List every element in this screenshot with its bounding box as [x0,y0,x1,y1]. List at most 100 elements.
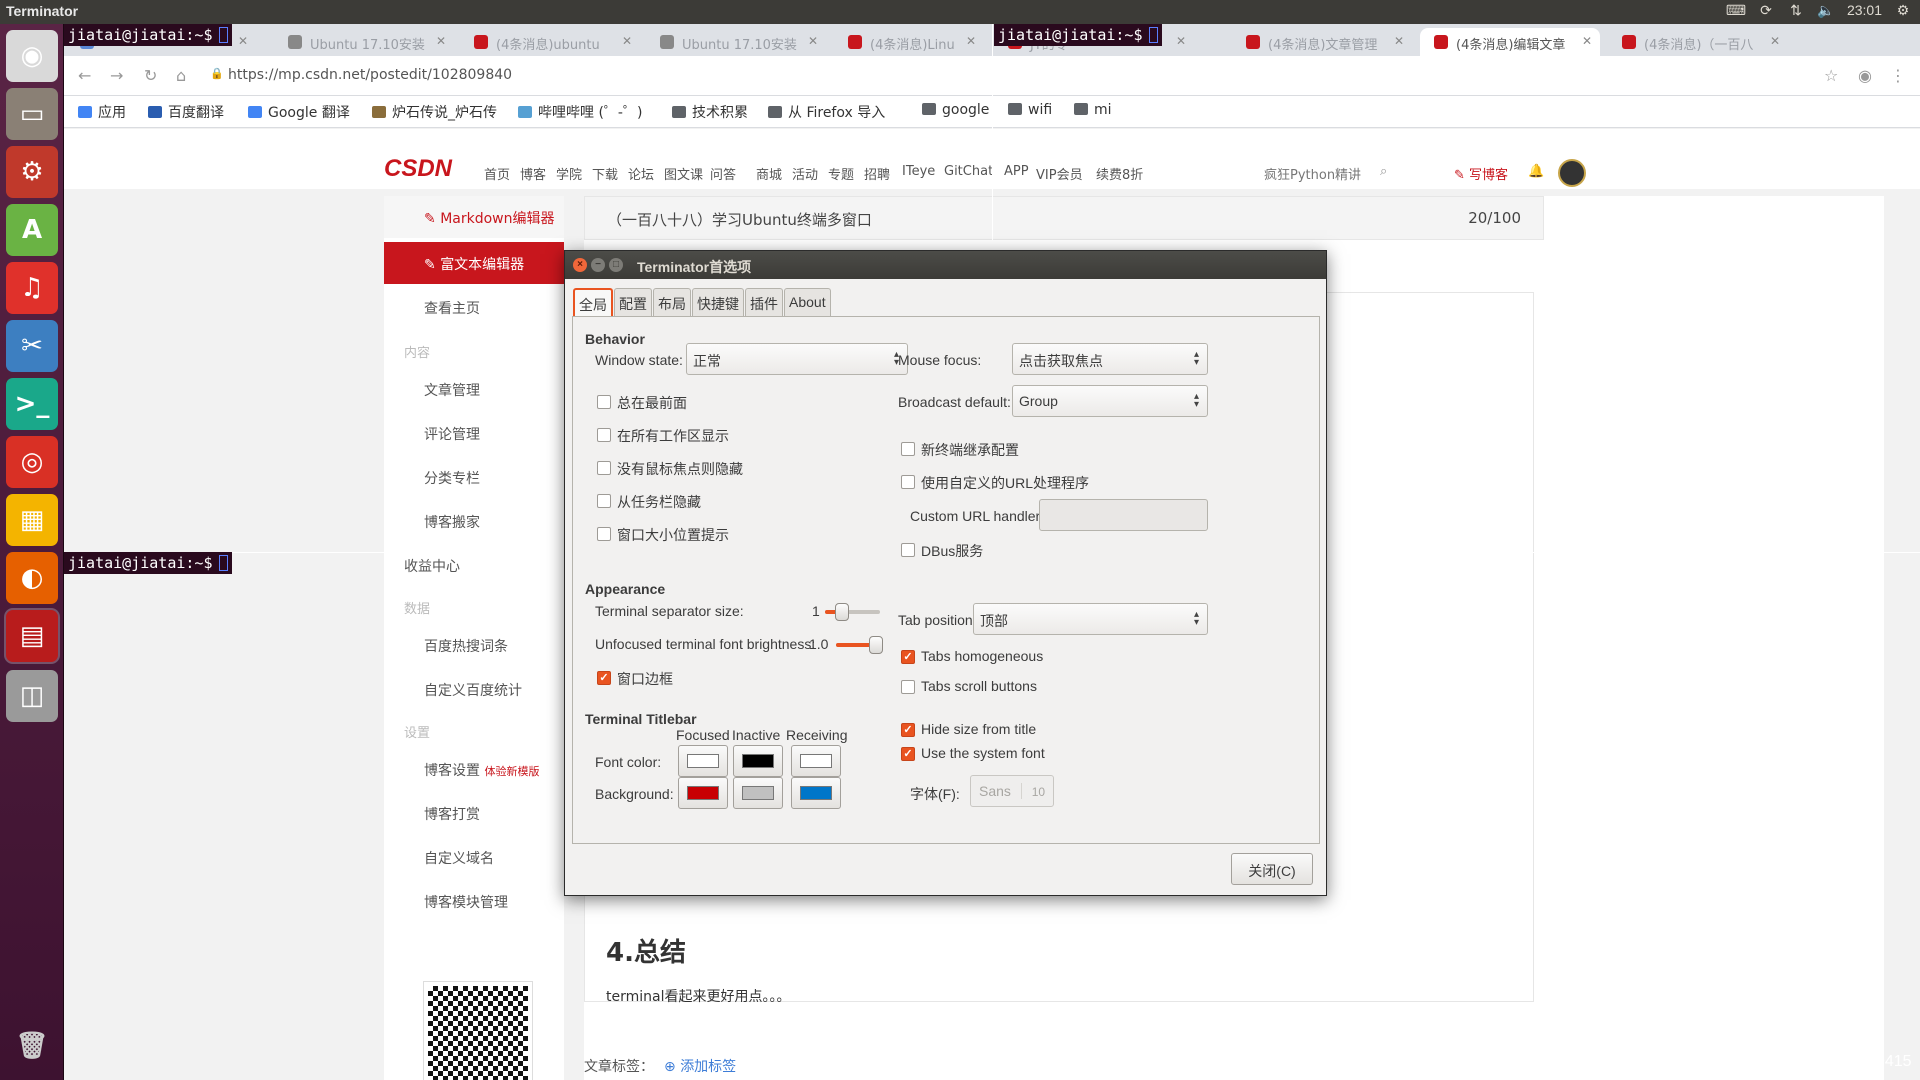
tab-close-icon[interactable]: ✕ [1394,34,1404,48]
bookmark-item[interactable]: 应用 [78,102,126,122]
keyboard-icon[interactable]: ⌨ [1726,2,1746,18]
csdn-nav-item[interactable]: 招聘 [864,164,890,183]
search-icon[interactable]: ⌕ [1380,164,1387,179]
menu-blog-settings[interactable]: 博客设置 体验新模版 [384,748,564,790]
menu-reward[interactable]: 博客打赏 [384,792,564,834]
bookmark-star-icon[interactable]: ☆ [1824,66,1838,85]
csdn-nav-item[interactable]: 下载 [592,164,618,183]
menu-domain[interactable]: 自定义域名 [384,836,564,878]
separator-slider-knob[interactable] [834,603,849,621]
bookmark-item[interactable]: 从 Firefox 导入 [768,102,885,122]
custom-url-checkbox[interactable] [901,475,915,489]
forward-icon[interactable]: → [110,66,123,85]
browser-tab[interactable]: Ubuntu 17.10安装 ✕ [274,28,454,56]
bg-focused-button[interactable] [678,777,728,809]
csdn-nav-item[interactable]: 首页 [484,164,510,183]
launcher-chrome-icon[interactable]: ◎ [6,436,58,488]
csdn-nav-item[interactable]: GitChat [944,164,993,179]
system-font-checkbox[interactable]: ✓ [901,747,915,761]
menu-home[interactable]: 查看主页 [384,286,564,328]
power-settings-icon[interactable]: ⚙ [1894,2,1912,18]
article-title-field[interactable]: （一百八十八）学习Ubuntu终端多窗口 20/100 [584,196,1544,240]
browser-tab[interactable]: (4条消息)编辑文章 ✕ [1420,28,1600,56]
tab-close-icon[interactable]: ✕ [622,34,632,48]
separator-size-slider[interactable] [825,603,880,621]
menu-markdown-editor[interactable]: ✎ Markdown编辑器 [384,196,564,238]
menu-income[interactable]: 收益中心 [384,544,564,586]
bell-icon[interactable]: 🔔 [1528,164,1544,179]
bookmark-item[interactable]: 哔哩哔哩 (゜-゜) [518,102,642,122]
menu-richtext-editor[interactable]: ✎ 富文本编辑器 [384,242,564,284]
url-field[interactable]: 🔒 https://mp.csdn.net/postedit/102809840 [206,62,1846,90]
bg-inactive-button[interactable] [733,777,783,809]
csdn-nav-item[interactable]: 博客 [520,164,546,183]
tab-close-icon[interactable]: ✕ [238,34,248,48]
tab-position-combo[interactable]: 顶部 ▴ ▾ [973,603,1208,635]
minimize-window-icon[interactable]: − [591,258,605,272]
menu-baidu-stats[interactable]: 自定义百度统计 [384,668,564,710]
sync-icon[interactable]: ⟳ [1757,2,1775,18]
close-button[interactable]: 关闭(C) [1231,853,1313,885]
bookmark-item[interactable]: 技术积累 [672,102,748,122]
tab-close-icon[interactable]: ✕ [808,34,818,48]
tab-close-icon[interactable]: ✕ [1770,34,1780,48]
csdn-nav-item[interactable]: VIP会员 [1036,164,1083,183]
home-icon[interactable]: ⌂ [176,66,186,85]
launcher-terminator-icon[interactable]: ▤ [6,610,58,662]
browser-tab[interactable]: Ubuntu 17.10安装 ✕ [646,28,826,56]
pref-tab[interactable]: About [784,288,831,316]
account-icon[interactable]: ◉ [1858,66,1872,85]
clock[interactable]: 23:01 [1847,2,1882,18]
broadcast-default-combo[interactable]: Group ▴ ▾ [1012,385,1208,417]
mouse-focus-combo[interactable]: 点击获取焦点 ▴ ▾ [1012,343,1208,375]
hide-size-checkbox[interactable]: ✓ [901,723,915,737]
csdn-nav-item[interactable]: 活动 [792,164,818,183]
bookmark-item[interactable]: 炉石传说_炉石传 [372,102,497,122]
bg-receiving-button[interactable] [791,777,841,809]
reload-icon[interactable]: ↻ [144,66,157,85]
launcher-deepin-screenshot-icon[interactable]: ✂ [6,320,58,372]
tab-close-icon[interactable]: ✕ [436,34,446,48]
launcher-disk-drive-icon[interactable]: ◫ [6,670,58,722]
brightness-slider-knob[interactable] [869,636,883,654]
csdn-nav-item[interactable]: 论坛 [628,164,654,183]
font-color-receiving-button[interactable] [791,745,841,777]
bookmark-item[interactable]: mi [1074,102,1112,118]
launcher-ubuntu-dash-icon[interactable]: ◉ [6,30,58,82]
terminal-prompt-3[interactable]: jiatai@jiatai:~$ [64,552,232,574]
url-handler-field[interactable] [1039,499,1208,531]
csdn-nav-item[interactable]: 商城 [756,164,782,183]
tabs-homogeneous-checkbox[interactable]: ✓ [901,650,915,664]
behavior-checkbox[interactable] [597,494,611,508]
csdn-nav-item[interactable]: 问答 [710,164,736,183]
behavior-checkbox[interactable] [597,461,611,475]
terminal-prompt-1[interactable]: jiatai@jiatai:~$ [64,24,232,46]
behavior-checkbox[interactable] [597,395,611,409]
menu-categories[interactable]: 分类专栏 [384,456,564,498]
search-hint[interactable]: 疯狂Python精讲 [1264,164,1361,183]
csdn-nav-item[interactable]: APP [1004,164,1029,179]
font-chooser-button[interactable]: Sans 10 [970,775,1055,807]
behavior-checkbox[interactable] [597,527,611,541]
pref-tab[interactable]: 布局 [653,288,691,316]
launcher-colorful-app-icon[interactable]: ▦ [6,494,58,546]
tab-close-icon[interactable]: ✕ [1582,34,1592,48]
pref-tab[interactable]: 配置 [614,288,652,316]
menu-articles[interactable]: 文章管理 [384,368,564,410]
launcher-trash-icon[interactable]: 🗑 [6,1020,58,1072]
launcher-files-icon[interactable]: ▭ [6,88,58,140]
bookmark-item[interactable]: google [922,102,989,118]
pref-tab[interactable]: 全局 [573,288,613,316]
menu-modules[interactable]: 博客模块管理 [384,880,564,922]
bookmark-item[interactable]: wifi [1008,102,1052,118]
launcher-system-settings-icon[interactable]: ⚙ [6,146,58,198]
window-border-checkbox[interactable]: ✓ [597,671,611,685]
network-icon[interactable]: ⇅ [1787,2,1805,18]
close-window-icon[interactable]: × [573,258,587,272]
menu-move[interactable]: 博客搬家 [384,500,564,542]
font-color-inactive-button[interactable] [733,745,783,777]
avatar[interactable] [1558,159,1586,187]
launcher-firefox-icon[interactable]: ◐ [6,552,58,604]
dbus-checkbox[interactable] [901,543,915,557]
tab-close-icon[interactable]: ✕ [1176,34,1186,48]
